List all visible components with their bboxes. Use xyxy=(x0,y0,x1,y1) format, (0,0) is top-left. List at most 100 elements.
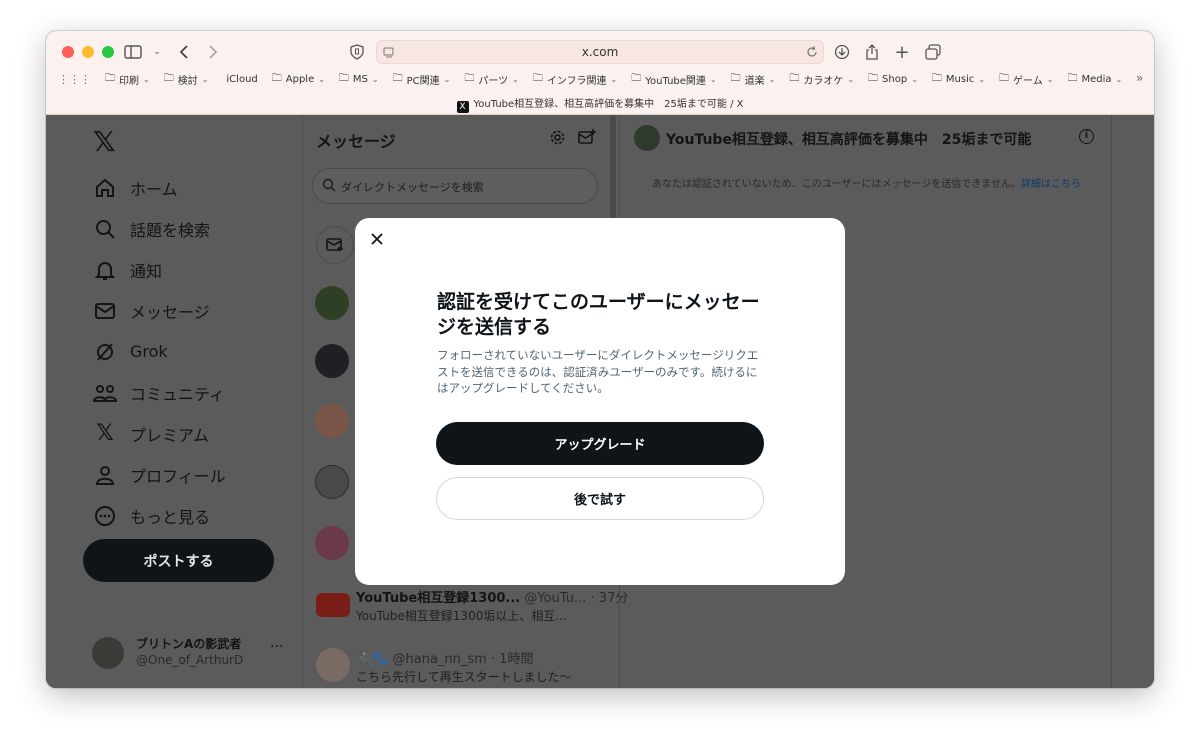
browser-toolbar: ⌄ x.com + ⋮⋮⋮ 🗀 印刷 ⌄ 🗀 検討 ⌄ iCloud 🗀 App… xyxy=(46,31,1154,115)
account-handle: @One_of_ArthurD xyxy=(136,653,244,667)
conversation-item[interactable]: 🐈‍⬛🐾 @hana_nn_sm · 1時間 こちら先行して再生スタートしました… xyxy=(316,648,616,688)
bookmark-folder[interactable]: 🗀 ゲーム ⌄ xyxy=(999,71,1053,88)
reload-icon[interactable] xyxy=(806,46,818,58)
forward-icon[interactable] xyxy=(202,41,224,63)
learn-more-link[interactable]: 詳細はこちら xyxy=(1021,179,1081,190)
try-later-button[interactable]: 後で試す xyxy=(436,477,764,520)
verification-modal: 認証を受けてこのユーザーにメッセージを送信する フォローされていないユーザーにダ… xyxy=(355,218,845,585)
info-icon[interactable]: i xyxy=(1079,129,1094,144)
bookmark-folder[interactable]: 🗀 Apple ⌄ xyxy=(272,71,325,88)
chevron-down-icon: ⌄ xyxy=(911,74,918,84)
download-icon[interactable] xyxy=(831,41,853,63)
avatar[interactable] xyxy=(315,526,349,560)
avatar[interactable] xyxy=(634,125,660,151)
chevron-down-icon: ⌄ xyxy=(1046,74,1054,84)
upgrade-button[interactable]: アップグレード xyxy=(436,422,764,465)
chevron-down-icon: ⌄ xyxy=(318,74,325,84)
bookmark-folder[interactable]: 🗀 Media ⌄ xyxy=(1067,71,1122,88)
nav-communities[interactable]: コミュニティ xyxy=(92,372,226,413)
zoom-window-button[interactable] xyxy=(102,46,114,58)
more-dots-icon[interactable]: ··· xyxy=(270,639,283,655)
message-requests-button[interactable] xyxy=(316,226,354,264)
address-bar[interactable]: x.com xyxy=(376,40,824,64)
bookmark-folder[interactable]: 🗀 パーツ ⌄ xyxy=(464,71,519,88)
x-premium-icon: 𝕏 xyxy=(96,421,114,446)
search-placeholder: ダイレクトメッセージを検索 xyxy=(341,181,484,194)
x-logo-icon[interactable]: 𝕏 xyxy=(93,125,116,158)
url-text: x.com xyxy=(581,45,619,59)
home-icon xyxy=(92,175,118,201)
modal-title: 認証を受けてこのユーザーにメッセージを送信する xyxy=(437,291,760,338)
message-search-input[interactable]: ダイレクトメッセージを検索 xyxy=(312,168,598,204)
new-message-icon[interactable] xyxy=(578,129,596,150)
bookmark-folder[interactable]: 🗀 MS ⌄ xyxy=(339,71,379,88)
mail-request-icon xyxy=(326,238,343,252)
chevron-down-icon[interactable]: ⌄ xyxy=(146,41,168,63)
nav-notifications[interactable]: 通知 xyxy=(92,249,226,290)
bookmark-folder[interactable]: 🗀 Music ⌄ xyxy=(932,71,985,88)
folder-icon: 🗀 xyxy=(931,72,942,84)
shield-icon[interactable] xyxy=(346,41,368,63)
nav-grok[interactable]: Grok xyxy=(92,331,226,372)
minimize-window-button[interactable] xyxy=(82,46,94,58)
sidebar-toggle-icon[interactable] xyxy=(122,41,144,63)
chevron-down-icon: ⌄ xyxy=(847,74,855,84)
avatar[interactable] xyxy=(315,344,349,378)
folder-icon: 🗀 xyxy=(631,72,642,84)
column-divider xyxy=(302,115,303,688)
post-button[interactable]: ポストする xyxy=(83,539,274,582)
x-favicon-icon: X xyxy=(456,101,469,113)
bell-icon xyxy=(92,257,118,283)
communities-icon xyxy=(92,380,118,406)
avatar[interactable] xyxy=(315,465,349,499)
bookmark-folder[interactable]: 🗀 Shop ⌄ xyxy=(868,71,918,88)
bookmark-link[interactable]: iCloud xyxy=(222,74,257,85)
chevron-down-icon: ⌄ xyxy=(143,74,150,84)
share-icon[interactable] xyxy=(861,41,883,63)
bookmark-folder[interactable]: 🗀 PC関連 ⌄ xyxy=(393,71,451,88)
main-nav: ホーム 話題を検索 通知 メッセージ Grok コミュニティ 𝕏 プレミアム プ… xyxy=(92,167,226,536)
chevron-down-icon: ⌄ xyxy=(709,74,717,84)
apps-grid-icon[interactable]: ⋮⋮⋮ xyxy=(58,73,91,86)
bookmark-folder[interactable]: 🗀 カラオケ ⌄ xyxy=(789,71,854,88)
nav-more[interactable]: もっと見る xyxy=(92,495,226,536)
browser-window: ⌄ x.com + ⋮⋮⋮ 🗀 印刷 ⌄ 🗀 検討 ⌄ iCloud 🗀 App… xyxy=(46,31,1154,688)
bookmark-folder[interactable]: 🗀 インフラ関連 ⌄ xyxy=(533,71,617,88)
folder-icon: 🗀 xyxy=(163,72,174,84)
bookmark-folder[interactable]: 🗀 検討 ⌄ xyxy=(164,71,209,88)
back-icon[interactable] xyxy=(173,41,195,63)
chevron-down-icon: ⌄ xyxy=(1115,74,1123,84)
unverified-notice: あなたは認証されていないため、このユーザーにはメッセージを送信できません。詳細は… xyxy=(652,179,1081,190)
avatar[interactable] xyxy=(315,286,349,320)
avatar[interactable] xyxy=(315,404,349,438)
bookmark-folder[interactable]: 🗀 印刷 ⌄ xyxy=(105,71,150,88)
folder-icon: 🗀 xyxy=(1067,72,1078,84)
more-bookmarks-icon[interactable]: » xyxy=(1136,71,1143,85)
messages-title: メッセージ xyxy=(316,132,396,151)
folder-icon: 🗀 xyxy=(730,72,741,84)
folder-icon: 🗀 xyxy=(999,72,1010,84)
nav-explore[interactable]: 話題を検索 xyxy=(92,208,226,249)
close-window-button[interactable] xyxy=(62,46,74,58)
avatar xyxy=(92,637,124,669)
window-controls xyxy=(62,46,114,58)
new-tab-icon[interactable]: + xyxy=(891,41,913,63)
nav-messages[interactable]: メッセージ xyxy=(92,290,226,331)
bookmark-folder[interactable]: 🗀 道楽 ⌄ xyxy=(731,71,776,88)
conversation-item[interactable]: YouTube相互登録1300... @YouTu... · 37分 YouTu… xyxy=(316,587,628,631)
tab-title[interactable]: X YouTube相互登録、相互高評価を募集中 25垢まで可能 / X xyxy=(46,95,1154,113)
gear-icon[interactable] xyxy=(549,129,566,150)
tab-overview-icon[interactable] xyxy=(922,41,944,63)
nav-home[interactable]: ホーム xyxy=(92,167,226,208)
avatar xyxy=(316,648,350,682)
nav-profile[interactable]: プロフィール xyxy=(92,454,226,495)
folder-icon: 🗀 xyxy=(271,72,282,84)
chevron-down-icon: ⌄ xyxy=(512,74,519,84)
account-switcher[interactable]: ブリトンAの影武者 @One_of_ArthurD ··· xyxy=(92,635,292,675)
chevron-down-icon: ⌄ xyxy=(610,74,618,84)
chevron-down-icon: ⌄ xyxy=(371,74,379,84)
nav-premium[interactable]: 𝕏 プレミアム xyxy=(92,413,226,454)
profile-icon xyxy=(92,462,118,488)
bookmark-folder[interactable]: 🗀 YouTube関連 ⌄ xyxy=(631,71,716,88)
close-icon[interactable] xyxy=(369,231,385,247)
